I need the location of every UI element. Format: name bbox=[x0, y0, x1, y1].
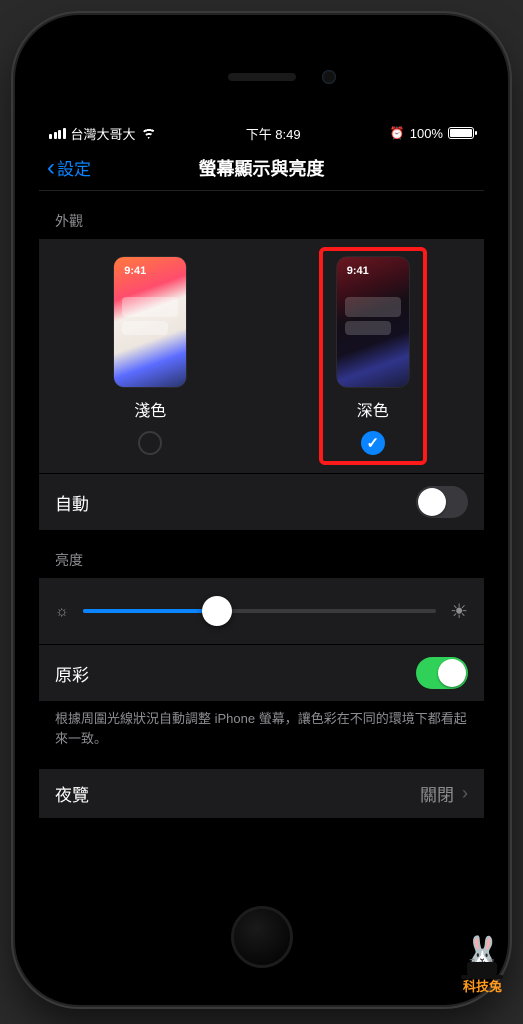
speaker-grille bbox=[228, 73, 296, 81]
sun-high-icon: ☀ bbox=[450, 599, 468, 624]
night-shift-label: 夜覽 bbox=[55, 781, 89, 806]
true-tone-toggle[interactable] bbox=[416, 657, 468, 689]
preview-time: 9:41 bbox=[114, 257, 186, 277]
appearance-option-light[interactable]: 9:41 淺色 bbox=[114, 257, 186, 455]
hat-icon bbox=[467, 962, 497, 976]
back-button[interactable]: ‹ 設定 bbox=[47, 155, 91, 180]
page-title: 螢幕顯示與亮度 bbox=[199, 155, 325, 181]
top-hardware bbox=[33, 33, 490, 121]
preview-widget bbox=[122, 321, 168, 335]
dark-label: 深色 bbox=[357, 397, 389, 421]
back-label: 設定 bbox=[57, 155, 91, 180]
preview-widget bbox=[122, 297, 178, 317]
phone-bezel: 台灣大哥大 下午 8:49 ⏰ 100% ‹ 設定 螢幕顯示與 bbox=[33, 33, 490, 987]
night-shift-row[interactable]: 夜覽 關閉 › bbox=[39, 768, 484, 818]
home-button-area bbox=[33, 887, 490, 987]
wifi-icon bbox=[141, 127, 157, 139]
true-tone-label: 原彩 bbox=[55, 661, 89, 686]
front-camera bbox=[322, 70, 336, 84]
battery-icon bbox=[448, 127, 474, 139]
appearance-selector: 9:41 淺色 9:41 bbox=[39, 239, 484, 473]
preview-widget bbox=[345, 321, 391, 335]
screen: 台灣大哥大 下午 8:49 ⏰ 100% ‹ 設定 螢幕顯示與 bbox=[39, 121, 484, 887]
light-radio[interactable] bbox=[138, 431, 162, 455]
chevron-left-icon: ‹ bbox=[47, 156, 55, 180]
navigation-bar: ‹ 設定 螢幕顯示與亮度 bbox=[39, 145, 484, 191]
night-shift-value: 關閉 bbox=[420, 781, 454, 806]
automatic-label: 自動 bbox=[55, 490, 89, 515]
automatic-toggle[interactable] bbox=[416, 486, 468, 518]
light-preview: 9:41 bbox=[114, 257, 186, 387]
watermark: 🐰 科技兔 bbox=[463, 938, 502, 995]
carrier-label: 台灣大哥大 bbox=[71, 124, 136, 143]
chevron-right-icon: › bbox=[462, 783, 468, 804]
dark-preview: 9:41 bbox=[337, 257, 409, 387]
battery-percentage: 100% bbox=[410, 126, 443, 141]
brightness-row: ☼ ☀ bbox=[39, 578, 484, 644]
cellular-signal-icon bbox=[49, 128, 66, 139]
brightness-slider[interactable] bbox=[83, 596, 436, 626]
settings-content: 外觀 9:41 淺色 bbox=[39, 191, 484, 887]
status-time: 下午 8:49 bbox=[246, 124, 301, 143]
appearance-header: 外觀 bbox=[39, 191, 484, 239]
phone-frame: 台灣大哥大 下午 8:49 ⏰ 100% ‹ 設定 螢幕顯示與 bbox=[15, 15, 508, 1005]
automatic-row[interactable]: 自動 bbox=[39, 473, 484, 530]
light-label: 淺色 bbox=[134, 397, 166, 421]
true-tone-row[interactable]: 原彩 bbox=[39, 644, 484, 701]
brightness-header: 亮度 bbox=[39, 530, 484, 578]
preview-widget bbox=[345, 297, 401, 317]
preview-time: 9:41 bbox=[337, 257, 409, 277]
true-tone-footer: 根據周圍光線狀況自動調整 iPhone 螢幕，讓色彩在不同的環境下都看起來一致。 bbox=[39, 701, 484, 768]
home-button[interactable] bbox=[231, 906, 293, 968]
appearance-option-dark[interactable]: 9:41 深色 ✓ bbox=[337, 257, 409, 455]
alarm-icon: ⏰ bbox=[390, 126, 405, 140]
dark-radio[interactable]: ✓ bbox=[361, 431, 385, 455]
status-bar: 台灣大哥大 下午 8:49 ⏰ 100% bbox=[39, 121, 484, 145]
sun-low-icon: ☼ bbox=[55, 603, 69, 620]
